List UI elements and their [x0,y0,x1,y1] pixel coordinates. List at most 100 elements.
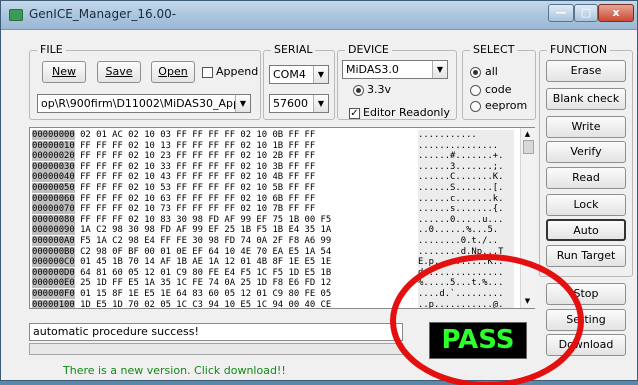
chevron-down-icon: ▼ [313,95,328,112]
select-eeprom-radio[interactable] [470,101,481,112]
stop-button[interactable]: Stop [546,283,626,305]
hex-row: 000000B0 C2 98 0F BF 00 01 0E EF 64 10 4… [32,246,332,258]
hex-address: 000000B0 [32,246,75,257]
hex-bytes: FF FF FF 02 10 73 FF FF FF FF 02 10 7B F… [80,204,316,215]
hex-ascii: ....d.`......... [418,289,514,300]
hex-ascii: E.p..........K.. [418,257,514,269]
new-button-label: New [52,65,76,78]
verify-button[interactable]: Verify [546,141,626,163]
hex-ascii: ......c.......k. [418,193,514,205]
hex-scrollbar[interactable]: ▲ ▼ [520,128,535,308]
close-button[interactable]: x [598,4,634,22]
hex-address: 000000A0 [32,236,75,246]
editor-readonly-label: Editor Readonly [363,106,450,119]
hex-address: 00000050 [32,183,75,193]
device-select[interactable]: MiDAS3.0 ▼ [342,60,448,79]
hex-address: 000000F0 [32,289,75,299]
hex-address: 00000000 [32,130,75,140]
hex-row: 00000000 02 01 AC 02 10 03 FF FF FF FF 0… [32,130,315,141]
hex-bytes: FF FF FF 02 10 13 FF FF FF FF 02 10 1B F… [80,140,316,151]
scroll-down-arrow-icon[interactable]: ▼ [523,297,532,306]
save-button[interactable]: Save [97,61,141,83]
hex-ascii: ......s.......{. [418,204,514,216]
hex-ascii: ......#.......+. [418,151,514,163]
select-code-label: code [485,83,512,96]
hex-bytes: 25 1D FF E5 1A 35 1C FE 74 0A 25 1D F8 E… [80,278,332,289]
hex-file-path-value: op\R\900firm\D11002\MiDAS30_App.hex [41,97,251,110]
open-button[interactable]: Open [151,61,195,83]
select-all-radio[interactable] [470,67,481,78]
hex-bytes: 1D E5 1D 70 02 05 1C C3 94 10 E5 1C 94 0… [80,299,332,309]
blank-check-button[interactable]: Blank check [546,88,626,110]
hex-bytes: 01 15 8F 1E E5 1E 64 83 60 05 12 01 C9 8… [80,289,332,299]
hex-address: 00000020 [32,151,75,162]
hex-ascii: %.....5...t.%... [418,278,514,290]
serial-port-select[interactable]: COM4 ▼ [269,65,329,84]
hex-ascii: ........0.t./.. [418,236,514,247]
hex-row: 000000D0 64 81 60 05 12 01 C9 80 FE E4 F… [32,267,332,279]
select-group-label: SELECT [470,43,518,56]
scroll-thumb[interactable] [523,140,534,154]
hex-address: 000000E0 [32,278,75,289]
new-button[interactable]: New [42,61,86,83]
main-window: GenICE_Manager_16.00- — □ x FILE New Sav… [0,0,638,385]
progress-bar [29,343,403,355]
hex-row: 000000E0 25 1D FF E5 1A 35 1C FE 74 0A 2… [32,278,331,289]
update-notice[interactable]: There is a new version. Click download!! [63,364,286,377]
hex-row: 000000C0 01 45 1B 70 14 AF 1B AE 1A 12 0… [32,257,331,268]
hex-editor[interactable]: 00000000 02 01 AC 02 10 03 FF FF FF FF 0… [29,127,535,309]
hex-address: 00000080 [32,214,75,225]
hex-ascii: ..p...........@. [418,299,514,308]
maximize-button[interactable]: □ [574,4,598,22]
hex-row: 00000090 1A C2 98 30 98 FD AF 99 EF 25 1… [32,225,331,236]
hex-address: 00000030 [32,161,75,172]
baud-rate-select[interactable]: 57600 ▼ [269,94,329,113]
voltage-3v3-label: 3.3v [367,83,392,96]
append-checkbox[interactable] [202,67,213,78]
scroll-up-arrow-icon[interactable]: ▲ [523,130,532,139]
hex-row: 000000A0 F5 1A C2 98 E4 FF FE 30 98 FD 7… [32,236,331,247]
hex-row: 00000030 FF FF FF 02 10 33 FF FF FF FF 0… [32,161,316,173]
run-target-button[interactable]: Run Target [546,245,626,267]
download-button[interactable]: Download [546,334,626,356]
hex-row: 00000010 FF FF FF 02 10 13 FF FF FF FF 0… [32,140,316,152]
device-group-label: DEVICE [345,43,392,56]
hex-ascii: ......S.......[. [418,183,514,194]
hex-bytes: 64 81 60 05 12 01 C9 80 FE E4 F5 1C F5 1… [80,267,332,278]
voltage-3v3-radio[interactable] [353,85,364,96]
hex-bytes: 02 01 AC 02 10 03 FF FF FF FF 02 10 0B F… [80,130,316,140]
hex-ascii: ........d.Np...T [418,246,514,258]
minimize-button[interactable]: — [548,4,574,22]
open-button-label: Open [158,65,188,78]
write-button[interactable]: Write [546,116,626,138]
chevron-down-icon: ▼ [432,61,447,78]
hex-ascii: ......3.......;. [418,161,514,173]
chevron-down-icon: ▼ [313,66,328,83]
device-value: MiDAS3.0 [346,63,399,76]
hex-file-path-select[interactable]: op\R\900firm\D11002\MiDAS30_App.hex ▼ [37,94,251,113]
baud-rate-value: 57600 [273,97,308,110]
editor-readonly-checkbox[interactable]: ✓ [349,108,360,119]
checkmark-icon: ✓ [350,108,359,119]
auto-button[interactable]: Auto [546,219,626,241]
hex-ascii: ........... [418,130,514,141]
hex-row: 00000060 FF FF FF 02 10 63 FF FF FF FF 0… [32,193,315,205]
setting-button[interactable]: Setting [546,309,626,331]
hex-address: 00000090 [32,225,75,236]
hex-bytes: FF FF FF 02 10 83 30 98 FD AF 99 EF 75 1… [80,214,332,225]
lock-button[interactable]: Lock [546,194,626,216]
hex-bytes: F5 1A C2 98 E4 FF FE 30 98 FD 74 0A 2F F… [80,236,332,246]
hex-ascii: ......C.......K. [418,172,514,184]
function-group: FUNCTION [539,43,633,277]
erase-button[interactable]: Erase [546,60,626,82]
select-eeprom-label: eeprom [485,99,528,112]
select-code-radio[interactable] [470,85,481,96]
hex-bytes: FF FF FF 02 10 33 FF FF FF FF 02 10 3B F… [80,161,316,172]
hex-bytes: C2 98 0F BF 00 01 0E EF 64 10 4E 70 EA E… [80,246,332,257]
hex-bytes: 01 45 1B 70 14 AF 1B AE 1A 12 01 4B 8F 1… [80,257,332,268]
hex-bytes: 1A C2 98 30 98 FD AF 99 EF 25 1B F5 1B E… [80,225,332,236]
read-button[interactable]: Read [546,167,626,189]
hex-bytes: FF FF FF 02 10 23 FF FF FF FF 02 10 2B F… [80,151,316,162]
file-group-label: FILE [37,43,66,56]
window-title: GenICE_Manager_16.00- [29,7,177,21]
